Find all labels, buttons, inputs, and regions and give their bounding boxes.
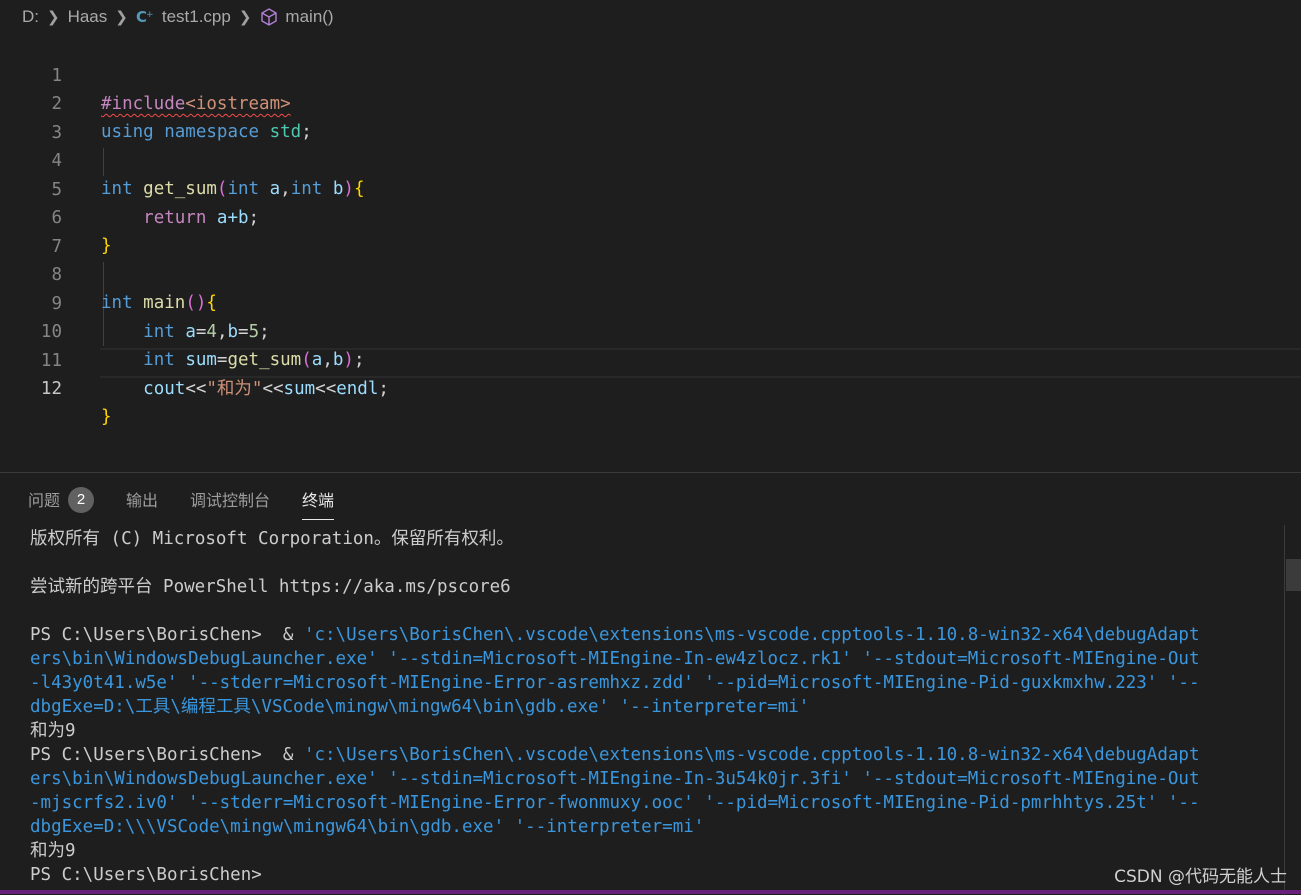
code-line: 11 cout<<"和为"<<sum<<endl; [0, 319, 1301, 399]
breadcrumb-file[interactable]: test1.cpp [162, 7, 231, 27]
terminal-command: 'c:\Users\BorisChen\.vscode\extensions\m… [303, 745, 1200, 765]
code-line: 5 return a+b; [0, 148, 1301, 228]
code-line: 6 } [0, 176, 1301, 256]
terminal-prompt: PS C:\Users\BorisChen> & [30, 745, 304, 765]
code-editor[interactable]: 1 #include<iostream> 2 using namespace s… [0, 34, 1301, 472]
code-line: 4 int get_sum(int a,int b){ [0, 119, 1301, 199]
terminal-line: 和为9 [30, 841, 76, 861]
tab-debug-console[interactable]: 调试控制台 [190, 487, 270, 517]
panel-tabs: 问题 2 输出 调试控制台 终端 [28, 486, 366, 520]
csdn-watermark: CSDN @代码无能人士 [1114, 867, 1287, 887]
terminal-line: dbgExe=D:\\\VSCode\mingw\mingw64\bin\gdb… [30, 817, 705, 837]
status-bar-edge [0, 890, 1301, 894]
terminal-prompt: PS C:\Users\BorisChen> & [30, 625, 304, 645]
tab-terminal[interactable]: 终端 [302, 487, 335, 520]
tab-output[interactable]: 输出 [126, 487, 158, 517]
code-token: << [262, 379, 284, 399]
cpp-file-icon: C + [136, 8, 156, 26]
terminal-line: -l43y0t41.w5e' '--stderr=Microsoft-MIEng… [30, 673, 1200, 693]
terminal-line: PS C:\Users\BorisChen> & 'c:\Users\Boris… [30, 623, 1260, 647]
code-token: endl [336, 379, 379, 399]
bottom-panel: 问题 2 输出 调试控制台 终端 版权所有 (C) Microsoft Corpo… [0, 472, 1301, 895]
terminal-line: 尝试新的跨平台 PowerShell https://aka.ms/pscore… [30, 577, 511, 597]
chevron-right-icon: ❯ [47, 9, 60, 26]
code-line: 12 } [0, 347, 1301, 427]
code-line: 10 int sum=get_sum(a,b); [0, 290, 1301, 370]
terminal-scrollbar-track[interactable] [1284, 525, 1285, 895]
terminal-scrollbar-thumb[interactable] [1286, 559, 1301, 591]
code-token: "和为" [206, 379, 263, 399]
terminal-line: -mjscrfs2.iv0' '--stderr=Microsoft-MIEng… [30, 793, 1200, 813]
tab-problems[interactable]: 问题 2 [28, 486, 95, 517]
code-line: 8 int main(){ [0, 233, 1301, 313]
breadcrumb-folder[interactable]: Haas [68, 7, 108, 27]
breadcrumb-drive[interactable]: D: [22, 7, 39, 27]
breadcrumb: D: ❯ Haas ❯ C + test1.cpp ❯ main() [0, 0, 1301, 34]
tab-problems-label: 问题 [28, 493, 61, 510]
terminal-line: 和为9 [30, 721, 76, 741]
code-line: 1 #include<iostream> [0, 34, 1301, 114]
breadcrumb-symbol[interactable]: main() [285, 7, 333, 27]
svg-text:+: + [146, 10, 154, 20]
code-line: 7 [0, 205, 1301, 257]
terminal-output[interactable]: 版权所有 (C) Microsoft Corporation。保留所有权利。 尝试… [30, 527, 1260, 887]
code-token: cout [143, 379, 186, 399]
terminal-line: ers\bin\WindowsDebugLauncher.exe' '--std… [30, 649, 1200, 669]
terminal-line: 版权所有 (C) Microsoft Corporation。保留所有权利。 [30, 529, 514, 549]
terminal-command: 'c:\Users\BorisChen\.vscode\extensions\m… [303, 625, 1200, 645]
code-line: 9 int a=4,b=5; [0, 262, 1301, 342]
terminal-line: PS C:\Users\BorisChen> [30, 865, 262, 885]
code-line: 2 using namespace std; [0, 62, 1301, 142]
line-number: 12 [40, 379, 62, 399]
problems-count-badge: 2 [68, 486, 95, 513]
code-line: 3 [0, 91, 1301, 143]
terminal-line: dbgExe=D:\工具\编程工具\VSCode\mingw\mingw64\b… [30, 697, 810, 717]
terminal-line: ers\bin\WindowsDebugLauncher.exe' '--std… [30, 769, 1200, 789]
code-token: << [315, 379, 337, 399]
code-token: sum [283, 379, 316, 399]
terminal-line: PS C:\Users\BorisChen> & 'c:\Users\Boris… [30, 743, 1260, 767]
chevron-right-icon: ❯ [115, 9, 128, 26]
chevron-right-icon: ❯ [238, 9, 252, 26]
code-token: << [185, 379, 207, 399]
cube-symbol-icon [259, 7, 279, 27]
